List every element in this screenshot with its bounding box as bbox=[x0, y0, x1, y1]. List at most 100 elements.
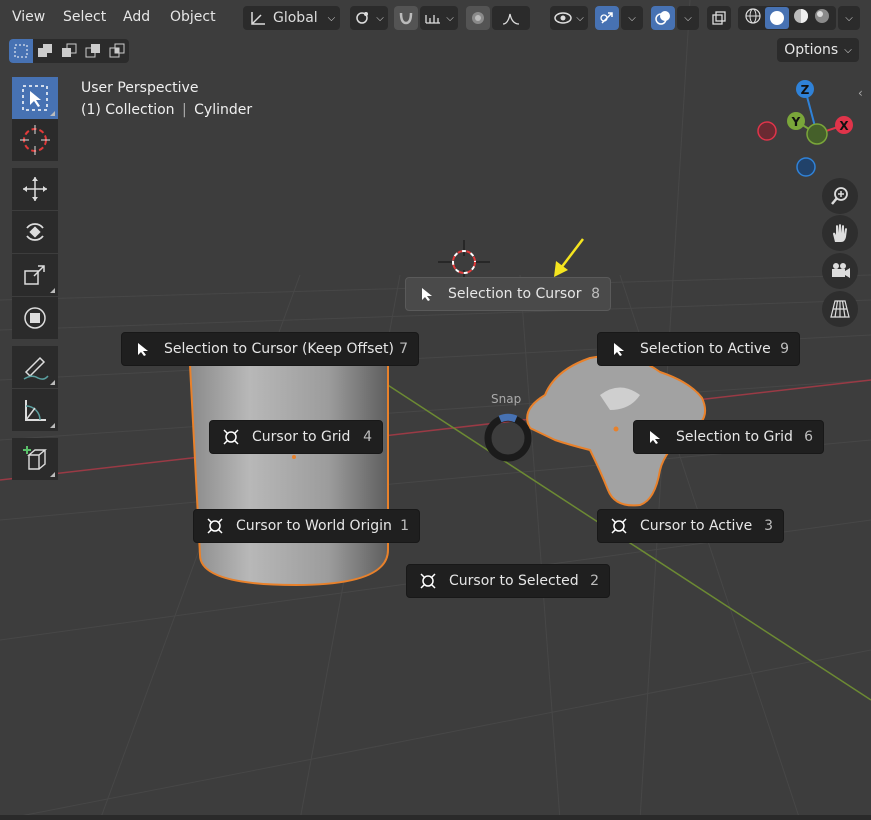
gizmo-dropdown[interactable]: ⌵ bbox=[621, 6, 643, 30]
chevron-left-icon[interactable]: ‹ bbox=[858, 86, 863, 100]
pie-item-label: Cursor to Active bbox=[640, 518, 753, 534]
pie-item-label: Cursor to Selected bbox=[449, 573, 579, 589]
overlays-dropdown[interactable]: ⌵ bbox=[677, 6, 699, 30]
cursor-target-icon bbox=[204, 515, 226, 537]
tool-select-box[interactable] bbox=[12, 77, 58, 119]
pie-item-cursor-to-active[interactable]: Cursor to Active 3 bbox=[597, 509, 784, 543]
wireframe-shading-icon[interactable] bbox=[744, 7, 762, 29]
chevron-down-icon: ⌵ bbox=[576, 12, 584, 24]
pie-item-label: Selection to Grid bbox=[676, 429, 793, 445]
xray-toggle[interactable] bbox=[707, 6, 731, 30]
menu-select[interactable]: Select bbox=[63, 9, 106, 25]
tool-scale[interactable] bbox=[12, 254, 58, 296]
scale-icon bbox=[24, 265, 45, 285]
tool-corner-indicator bbox=[50, 111, 55, 116]
hand-icon bbox=[833, 224, 847, 242]
3d-viewport[interactable]: View Select Add Object Global ⌵ ⌵ ⌵ ⌵ ⌵ … bbox=[0, 0, 871, 820]
pie-item-key: 2 bbox=[590, 573, 599, 589]
gizmo-y-label: Y bbox=[791, 115, 801, 129]
viewport-header: View Select Add Object Global ⌵ ⌵ ⌵ ⌵ ⌵ … bbox=[0, 0, 871, 36]
visibility-dropdown[interactable]: ⌵ bbox=[550, 6, 588, 30]
pencil-icon bbox=[23, 356, 49, 380]
menu-view[interactable]: View bbox=[12, 9, 45, 25]
solid-shading-icon[interactable] bbox=[764, 7, 789, 29]
pie-item-cursor-to-grid[interactable]: Cursor to Grid 4 bbox=[209, 420, 383, 454]
view-name: User Perspective bbox=[81, 80, 199, 96]
annotation-arrow-icon bbox=[554, 238, 584, 277]
cursor-arrow-icon bbox=[132, 338, 154, 360]
tool-rotate[interactable] bbox=[12, 211, 58, 253]
select-invert-icon[interactable] bbox=[81, 39, 105, 63]
gizmo-neg-y-icon[interactable] bbox=[806, 123, 828, 145]
pivot-point-dropdown[interactable]: ⌵ bbox=[350, 6, 388, 30]
viewport-info: User Perspective (1) Collection | Cylind… bbox=[81, 77, 252, 121]
tool-corner-indicator bbox=[50, 423, 55, 428]
magnet-icon bbox=[399, 12, 413, 25]
proportional-editing-toggle[interactable] bbox=[466, 6, 490, 30]
options-dropdown[interactable]: Options ⌵ bbox=[777, 38, 859, 62]
camera-view-button[interactable] bbox=[822, 253, 858, 289]
camera-icon bbox=[832, 263, 850, 278]
transform-orientation-dropdown[interactable]: Global ⌵ bbox=[243, 6, 340, 30]
material-shading-icon[interactable] bbox=[792, 7, 810, 29]
proportional-circle-icon bbox=[472, 12, 484, 24]
pie-item-key: 4 bbox=[363, 429, 372, 445]
falloff-curve-icon bbox=[502, 13, 520, 25]
gizmo-neg-x-icon[interactable] bbox=[757, 121, 777, 141]
tool-annotate[interactable] bbox=[12, 346, 58, 388]
shading-dropdown[interactable]: ⌵ bbox=[838, 6, 860, 30]
pie-item-cursor-to-world-origin[interactable]: Cursor to World Origin 1 bbox=[193, 509, 420, 543]
pie-item-label: Selection to Cursor bbox=[448, 286, 582, 302]
chevron-down-icon: ⌵ bbox=[844, 44, 852, 56]
snap-toggle[interactable] bbox=[394, 6, 418, 30]
gizmo-neg-z-icon[interactable] bbox=[796, 157, 816, 177]
pan-button[interactable] bbox=[822, 215, 858, 251]
shading-mode-group bbox=[738, 6, 836, 30]
transform-icon bbox=[24, 307, 46, 329]
selection-mode-group bbox=[9, 39, 129, 63]
pie-item-label: Cursor to World Origin bbox=[236, 518, 392, 534]
gizmo-toggle[interactable] bbox=[595, 6, 619, 30]
zoom-icon bbox=[831, 187, 848, 205]
tool-add-cube[interactable] bbox=[12, 438, 58, 480]
navigation-gizmo[interactable]: Y Z X bbox=[754, 78, 854, 178]
pie-item-selection-to-cursor-keep-offset[interactable]: Selection to Cursor (Keep Offset) 7 bbox=[121, 332, 419, 366]
falloff-dropdown[interactable] bbox=[492, 6, 530, 30]
zoom-button[interactable] bbox=[822, 178, 858, 214]
pie-direction-ring bbox=[484, 413, 532, 462]
snap-target-dropdown[interactable]: ⌵ bbox=[420, 6, 458, 30]
overlays-icon bbox=[655, 11, 670, 25]
select-intersect-icon[interactable] bbox=[105, 39, 129, 63]
rendered-shading-icon[interactable] bbox=[813, 7, 831, 29]
chevron-down-icon: ⌵ bbox=[684, 12, 692, 24]
gizmo-x-label: X bbox=[839, 119, 849, 133]
select-subtract-icon[interactable] bbox=[57, 39, 81, 63]
pie-item-label: Selection to Cursor (Keep Offset) bbox=[164, 341, 394, 357]
overlays-toggle[interactable] bbox=[651, 6, 675, 30]
select-new-icon[interactable] bbox=[9, 39, 33, 63]
select-extend-icon[interactable] bbox=[33, 39, 57, 63]
tool-corner-indicator bbox=[50, 472, 55, 477]
suzanne-object[interactable] bbox=[0, 0, 871, 820]
tool-corner-indicator bbox=[50, 380, 55, 385]
pie-item-label: Selection to Active bbox=[640, 341, 771, 357]
pie-item-selection-to-active[interactable]: Selection to Active 9 bbox=[597, 332, 800, 366]
menu-add[interactable]: Add bbox=[123, 9, 150, 25]
menu-object[interactable]: Object bbox=[170, 9, 216, 25]
gizmo-arrows-icon bbox=[600, 12, 613, 24]
tool-measure[interactable] bbox=[12, 389, 58, 431]
perspective-toggle-button[interactable] bbox=[822, 291, 858, 327]
tool-move[interactable] bbox=[12, 168, 58, 210]
viewport-bottom-edge bbox=[0, 815, 871, 820]
xray-icon bbox=[712, 11, 726, 25]
pivot-icon bbox=[356, 12, 369, 24]
pie-item-cursor-to-selected[interactable]: Cursor to Selected 2 bbox=[406, 564, 610, 598]
cursor-arrow-icon bbox=[608, 338, 630, 360]
tool-cursor[interactable] bbox=[12, 119, 58, 161]
pie-item-selection-to-grid[interactable]: Selection to Grid 6 bbox=[633, 420, 824, 454]
chevron-down-icon: ⌵ bbox=[845, 12, 853, 24]
tool-transform[interactable] bbox=[12, 297, 58, 339]
pie-item-selection-to-cursor[interactable]: Selection to Cursor 8 bbox=[405, 277, 611, 311]
select-box-icon bbox=[22, 85, 48, 111]
orientation-axes-icon bbox=[251, 12, 265, 25]
